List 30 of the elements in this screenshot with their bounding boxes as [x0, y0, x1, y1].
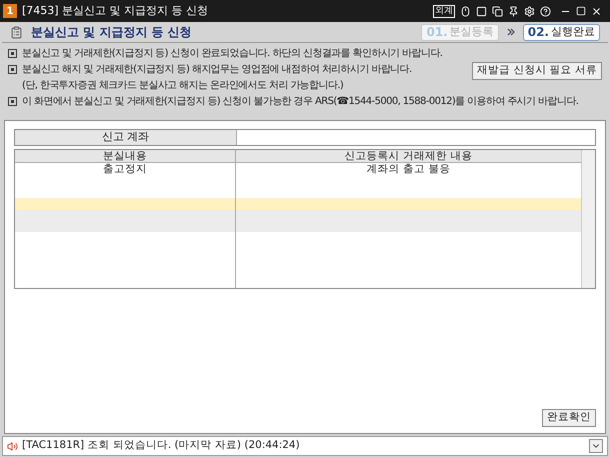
bullet-icon [8, 49, 17, 58]
maximize-icon[interactable] [576, 6, 586, 16]
status-message: [TAC1181R] 조회 되었습니다. (마지막 자료) (20:44:24) [22, 438, 301, 454]
clipboard-icon [10, 26, 23, 38]
notice-text: 이 화면에서 분실신고 및 거래제한(지급정지 등) 신청이 불가능한 경우 ARS(☎1544-5000, 1588-0012)를 이용하여 주시기 바랍니다. [22, 95, 578, 109]
speaker-icon [7, 440, 18, 452]
title-toggle-button[interactable]: 외계 [433, 4, 455, 18]
table-cell-text: 계좌의 출고 불응 [366, 163, 452, 176]
required-documents-button[interactable]: 재발급 신청시 필요 서류 [472, 62, 602, 80]
mouse-icon[interactable] [460, 6, 471, 16]
help-icon[interactable] [540, 6, 551, 16]
window-title: [7453] 분실신고 및 지급정지 등 신청 [22, 2, 208, 19]
notice-text: (단, 한국투자증권 체크카드 분실사고 해지는 온라인에서도 처리 가능합니다.) [22, 79, 344, 93]
dropdown-button[interactable] [589, 439, 603, 453]
notice-text: 분실신고 해지 및 거래제한(지급정지 등) 해지업무는 영업점에 내점하여 처리하시기 바랍니다. [22, 63, 412, 77]
window-box-icon[interactable] [476, 6, 487, 16]
page-title: 분실신고 및 지급정지 등 신청 [31, 24, 192, 41]
close-icon[interactable] [591, 6, 602, 16]
copy-icon[interactable] [492, 6, 503, 16]
notice-text: 분실신고 및 거래제한(지급정지 등) 신청이 완료되었습니다. 하단의 신청결과를 확인하시기 바랍니다. [22, 47, 442, 61]
bullet-icon [8, 65, 17, 74]
confirm-button[interactable]: 완료확인 [542, 409, 596, 427]
settings-icon[interactable] [524, 6, 535, 16]
pin-icon[interactable] [508, 6, 519, 16]
window-number: 1 [3, 4, 17, 18]
column-header: 분실내용 [15, 150, 236, 162]
column-header: 신고등록시 거래제한 내용 [344, 150, 474, 162]
step-tab[interactable]: 02. 실행완료 [522, 24, 600, 40]
double-chevron-icon [506, 28, 515, 36]
bullet-icon [8, 97, 17, 106]
